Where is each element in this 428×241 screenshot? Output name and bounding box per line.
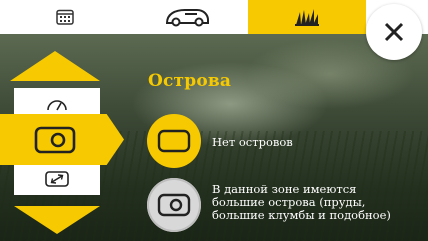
island-icon [157, 193, 191, 217]
gauge-icon [47, 100, 67, 111]
tab-calendar[interactable] [10, 0, 120, 34]
mode-item-expand[interactable] [14, 163, 100, 195]
calendar-icon [56, 9, 74, 25]
option-islands-label[interactable]: В данной зоне имеются большие острова (п… [212, 183, 426, 222]
no-island-icon [157, 129, 191, 153]
close-button[interactable] [366, 4, 422, 60]
mode-item-island-selected[interactable] [0, 114, 124, 165]
grass-icon [295, 9, 319, 26]
tab-grass[interactable] [248, 0, 366, 34]
tab-mower[interactable] [132, 0, 242, 34]
option-islands-button[interactable] [147, 178, 201, 232]
close-icon [384, 22, 404, 42]
top-tab-bar [0, 0, 428, 34]
option-no-islands-label[interactable]: Нет островов [212, 136, 293, 149]
robot-mower-icon [165, 9, 209, 27]
option-no-islands-button[interactable] [147, 114, 201, 168]
expand-icon [45, 171, 69, 187]
page-title: Острова [148, 71, 232, 91]
island-icon [34, 126, 76, 153]
option-islands-label-line3: большие клумбы и подобное) [212, 208, 391, 222]
